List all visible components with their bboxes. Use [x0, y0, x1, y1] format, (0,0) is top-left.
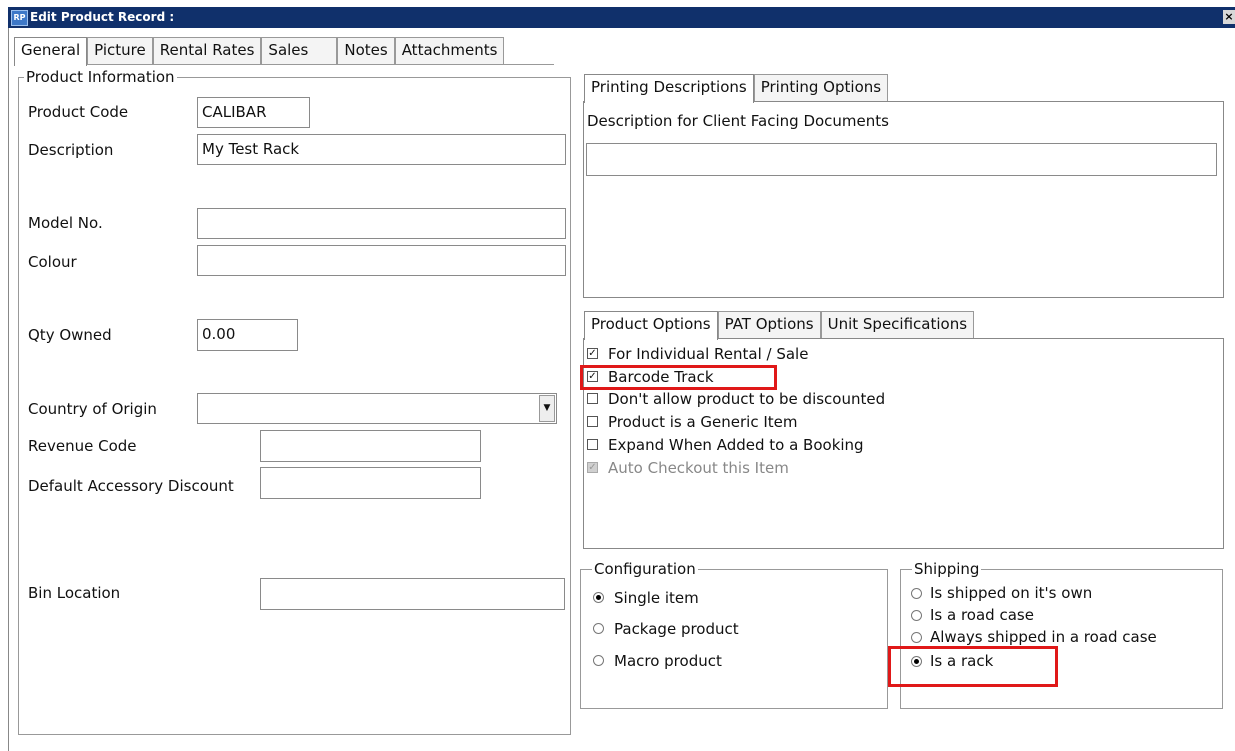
window-title: Edit Product Record :	[30, 10, 175, 24]
description-field[interactable]: My Test Rack	[197, 134, 566, 165]
tab-product-options[interactable]: Product Options	[584, 311, 718, 340]
country-of-origin-select[interactable]: ▼	[197, 393, 557, 424]
for-individual-rental-checkbox[interactable]: ✓	[587, 348, 598, 359]
macro-product-label: Macro product	[614, 652, 722, 670]
qty-owned-field[interactable]: 0.00	[197, 319, 298, 351]
main-tabs: General Picture Rental Rates Sales Notes…	[14, 37, 505, 66]
bin-location-field[interactable]	[260, 578, 565, 610]
single-item-label: Single item	[614, 589, 699, 607]
tab-divider	[14, 64, 554, 65]
printing-panel	[583, 101, 1224, 298]
tab-general[interactable]: General	[14, 37, 88, 66]
product-code-field[interactable]: CALIBAR	[197, 97, 310, 128]
default-accessory-discount-label: Default Accessory Discount	[28, 477, 234, 495]
product-options-tabs: Product Options PAT Options Unit Specifi…	[584, 311, 975, 340]
dropdown-arrow-icon[interactable]: ▼	[539, 395, 555, 422]
default-accessory-discount-field[interactable]	[260, 467, 481, 499]
shipping-legend: Shipping	[912, 560, 982, 578]
is-a-rack-highlight	[888, 646, 1058, 687]
road-case-radio[interactable]	[911, 610, 922, 621]
generic-item-checkbox[interactable]	[587, 416, 598, 427]
package-product-radio[interactable]	[593, 623, 604, 634]
always-road-case-label: Always shipped in a road case	[930, 628, 1157, 646]
window-border	[8, 28, 9, 751]
bin-location-label: Bin Location	[28, 584, 121, 602]
tab-rental-rates[interactable]: Rental Rates	[152, 37, 262, 64]
model-no-label: Model No.	[28, 214, 103, 232]
single-item-radio[interactable]	[593, 592, 604, 603]
tab-unit-specifications[interactable]: Unit Specifications	[820, 311, 975, 338]
dont-allow-discount-label: Don't allow product to be discounted	[608, 390, 886, 408]
macro-product-radio[interactable]	[593, 655, 604, 666]
description-label: Description	[28, 141, 114, 159]
tab-picture[interactable]: Picture	[87, 37, 153, 64]
close-button[interactable]: ×	[1223, 10, 1235, 24]
qty-owned-label: Qty Owned	[28, 326, 112, 344]
shipped-on-own-radio[interactable]	[911, 588, 922, 599]
dont-allow-discount-checkbox[interactable]	[587, 393, 598, 404]
product-code-label: Product Code	[28, 103, 129, 121]
shipped-on-own-label: Is shipped on it's own	[930, 584, 1093, 602]
expand-when-added-checkbox[interactable]	[587, 439, 598, 450]
colour-field[interactable]	[197, 245, 566, 276]
always-road-case-radio[interactable]	[911, 632, 922, 643]
tab-printing-options[interactable]: Printing Options	[753, 74, 889, 101]
revenue-code-field[interactable]	[260, 430, 481, 462]
product-information-legend: Product Information	[24, 68, 177, 86]
tab-notes[interactable]: Notes	[337, 37, 395, 64]
colour-label: Colour	[28, 253, 77, 271]
country-of-origin-label: Country of Origin	[28, 400, 157, 418]
tab-printing-descriptions[interactable]: Printing Descriptions	[584, 74, 754, 103]
client-description-label: Description for Client Facing Documents	[587, 112, 889, 130]
expand-when-added-label: Expand When Added to a Booking	[608, 436, 864, 454]
configuration-legend: Configuration	[592, 560, 698, 578]
auto-checkout-label: Auto Checkout this Item	[608, 459, 789, 477]
barcode-track-highlight	[580, 365, 777, 390]
model-no-field[interactable]	[197, 208, 566, 239]
revenue-code-label: Revenue Code	[28, 437, 137, 455]
app-icon: RP	[11, 10, 28, 26]
for-individual-rental-label: For Individual Rental / Sale	[608, 345, 809, 363]
printing-tabs: Printing Descriptions Printing Options	[584, 74, 889, 103]
generic-item-label: Product is a Generic Item	[608, 413, 798, 431]
road-case-label: Is a road case	[930, 606, 1034, 624]
tab-attachments[interactable]: Attachments	[394, 37, 505, 64]
client-description-field[interactable]	[586, 143, 1217, 176]
title-bar: RP Edit Product Record : ×	[8, 7, 1235, 28]
tab-sales[interactable]: Sales	[261, 37, 338, 64]
package-product-label: Package product	[614, 620, 739, 638]
auto-checkout-checkbox: ✓	[587, 462, 598, 473]
tab-pat-options[interactable]: PAT Options	[717, 311, 821, 338]
